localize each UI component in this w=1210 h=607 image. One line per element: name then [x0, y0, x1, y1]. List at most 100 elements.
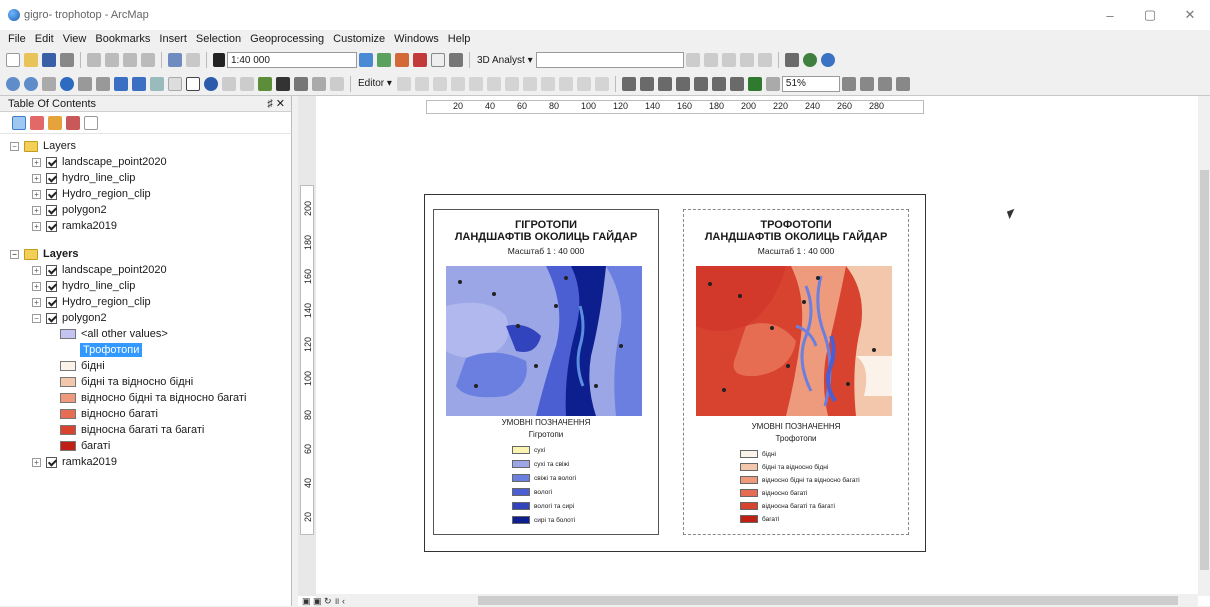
time-slider-icon[interactable] [330, 76, 344, 91]
menu-windows[interactable]: Windows [394, 33, 439, 45]
expand-icon[interactable]: + [32, 189, 41, 199]
symbol-row[interactable]: багаті [60, 438, 110, 454]
3d-tool-icon[interactable] [757, 53, 772, 67]
fixed-zoom-in-icon[interactable] [78, 76, 92, 91]
forward-icon[interactable] [132, 76, 146, 91]
expand-icon[interactable]: + [32, 221, 41, 231]
expand-icon[interactable]: + [32, 157, 41, 167]
editor-menu[interactable]: Editor ▾ [358, 78, 392, 89]
edit-tool-icon[interactable] [504, 76, 519, 91]
previous-extent-icon[interactable] [729, 76, 744, 91]
find-icon[interactable] [276, 76, 290, 91]
change-layout-icon[interactable] [841, 76, 856, 91]
expand-icon[interactable]: + [32, 297, 41, 307]
zoom-out-icon[interactable] [24, 76, 38, 91]
open-icon[interactable] [24, 53, 38, 67]
goto-xy-icon[interactable] [312, 76, 326, 91]
cut-icon[interactable] [87, 53, 101, 67]
view-switch-buttons[interactable]: ▣ ▣ ↻ ॥ ‹ [302, 594, 350, 607]
layer-combo[interactable] [535, 52, 684, 68]
list-by-drawing-order-icon[interactable] [12, 115, 26, 130]
expand-icon[interactable]: + [32, 265, 41, 275]
data-frame-layers-2[interactable]: − Layers [10, 246, 78, 262]
measure-icon[interactable] [240, 76, 254, 91]
collapse-icon[interactable]: − [10, 249, 19, 259]
new-icon[interactable] [6, 53, 20, 67]
menu-bookmarks[interactable]: Bookmarks [95, 33, 150, 45]
visibility-checkbox[interactable] [46, 204, 57, 216]
full-extent-icon[interactable] [60, 76, 74, 91]
maximize-button[interactable]: ▢ [1130, 0, 1170, 30]
data-driven-pages-icon[interactable] [859, 76, 874, 91]
symbol-row[interactable]: відносна багаті та багаті [60, 422, 204, 438]
copy-icon[interactable] [105, 53, 119, 67]
menu-edit[interactable]: Edit [35, 33, 54, 45]
layer-row[interactable]: + hydro_line_clip [32, 278, 135, 294]
zoom-whole-page-icon[interactable] [675, 76, 690, 91]
visibility-checkbox[interactable] [46, 456, 57, 468]
graph-icon[interactable] [784, 53, 799, 67]
redo-icon[interactable] [186, 53, 200, 67]
menu-help[interactable]: Help [448, 33, 471, 45]
edit-tool-icon[interactable] [594, 76, 609, 91]
expand-icon[interactable]: + [32, 457, 41, 467]
edit-tool-icon[interactable] [450, 76, 465, 91]
menu-file[interactable]: File [8, 33, 26, 45]
back-icon[interactable] [114, 76, 128, 91]
collapse-icon[interactable]: − [10, 141, 19, 151]
catalog-window-icon[interactable] [395, 53, 409, 67]
layout-page[interactable]: ГІГРОТОПИ ЛАНДШАФТІВ ОКОЛИЦЬ ГАЙДАР Масшт… [424, 194, 926, 552]
fixed-zoom-icon[interactable] [711, 76, 726, 91]
menu-insert[interactable]: Insert [159, 33, 187, 45]
vertical-scroll-thumb[interactable] [1200, 170, 1209, 570]
collapse-icon[interactable]: − [32, 313, 41, 323]
visibility-checkbox[interactable] [46, 312, 57, 324]
map-scale-combo[interactable]: 1:40 000 [227, 52, 357, 68]
layer-row[interactable]: + polygon2 [32, 202, 107, 218]
edit-tool-icon[interactable] [432, 76, 447, 91]
globe-icon[interactable] [802, 53, 817, 67]
symbol-row[interactable]: відносно бідні та відносно багаті [60, 390, 246, 406]
layer-row[interactable]: + ramka2019 [32, 454, 117, 470]
toggle-draft-icon[interactable] [747, 76, 762, 91]
swipe-icon[interactable] [258, 76, 272, 91]
layout-pan-icon[interactable] [657, 76, 672, 91]
edit-tool-icon[interactable] [468, 76, 483, 91]
edit-tool-icon[interactable] [540, 76, 555, 91]
select-features-icon[interactable] [150, 76, 164, 91]
layer-row[interactable]: + hydro_line_clip [32, 170, 135, 186]
expand-icon[interactable]: + [32, 173, 41, 183]
layout-tool-icon[interactable] [877, 76, 892, 91]
select-elements-icon[interactable] [186, 76, 200, 91]
close-button[interactable]: ✕ [1170, 0, 1210, 30]
visibility-checkbox[interactable] [46, 280, 57, 292]
identify-icon[interactable] [204, 76, 218, 91]
layout-tool-icon[interactable] [895, 76, 910, 91]
edit-tool-icon[interactable] [522, 76, 537, 91]
python-window-icon[interactable] [431, 53, 445, 67]
clear-selection-icon[interactable] [168, 76, 182, 91]
3d-tool-icon[interactable] [721, 53, 736, 67]
edit-tool-icon[interactable] [396, 76, 411, 91]
layer-row[interactable]: + ramka2019 [32, 218, 117, 234]
edit-tool-icon[interactable] [558, 76, 573, 91]
visibility-checkbox[interactable] [46, 296, 57, 308]
symbol-row[interactable]: бідні [60, 358, 105, 374]
undo-icon[interactable] [168, 53, 182, 67]
toc-window-icon[interactable] [377, 53, 391, 67]
pan-icon[interactable] [42, 76, 56, 91]
html-popup-icon[interactable] [222, 76, 236, 91]
arctoolbox-icon[interactable] [413, 53, 427, 67]
menu-customize[interactable]: Customize [333, 33, 385, 45]
focus-data-frame-icon[interactable] [765, 76, 780, 91]
list-by-visibility-icon[interactable] [48, 115, 62, 130]
3d-tool-icon[interactable] [685, 53, 700, 67]
menu-view[interactable]: View [63, 33, 87, 45]
layer-row[interactable]: + Hydro_region_clip [32, 186, 151, 202]
delete-icon[interactable] [141, 53, 155, 67]
paste-icon[interactable] [123, 53, 137, 67]
visibility-checkbox[interactable] [46, 264, 57, 276]
trophotopes-map-frame[interactable]: ТРОФОТОПИ ЛАНДШАФТІВ ОКОЛИЦЬ ГАЙДАР Масшт… [683, 209, 909, 535]
layout-nav-buttons[interactable]: ▣ ▣ ↻ ॥ ‹ [302, 594, 345, 607]
menu-selection[interactable]: Selection [196, 33, 241, 45]
